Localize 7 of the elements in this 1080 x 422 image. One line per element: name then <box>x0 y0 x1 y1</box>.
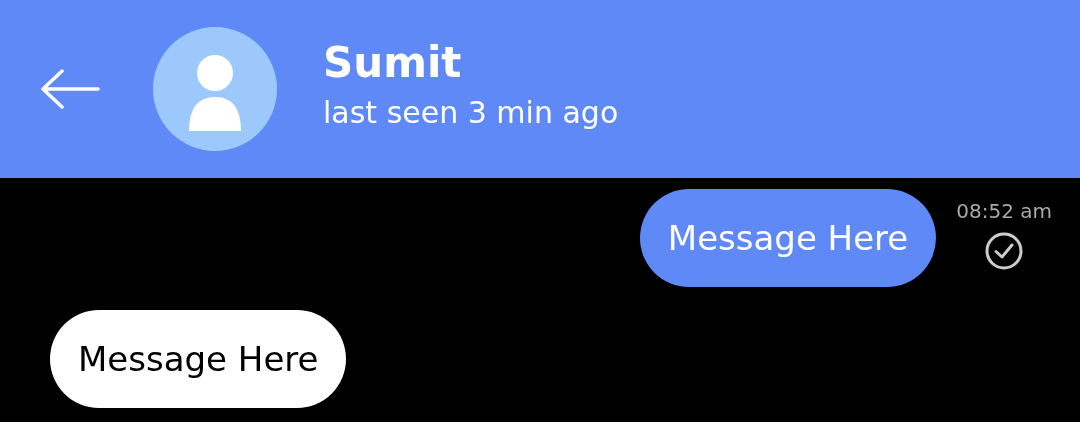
last-seen-status: last seen 3 min ago <box>323 94 619 132</box>
message-time: 08:52 am <box>956 199 1052 223</box>
sent-message: Message Here <box>639 189 937 287</box>
back-button[interactable] <box>38 67 102 111</box>
back-arrow-icon <box>40 69 100 109</box>
received-message: Message Here <box>50 310 347 408</box>
contact-name: Sumit <box>323 37 463 89</box>
